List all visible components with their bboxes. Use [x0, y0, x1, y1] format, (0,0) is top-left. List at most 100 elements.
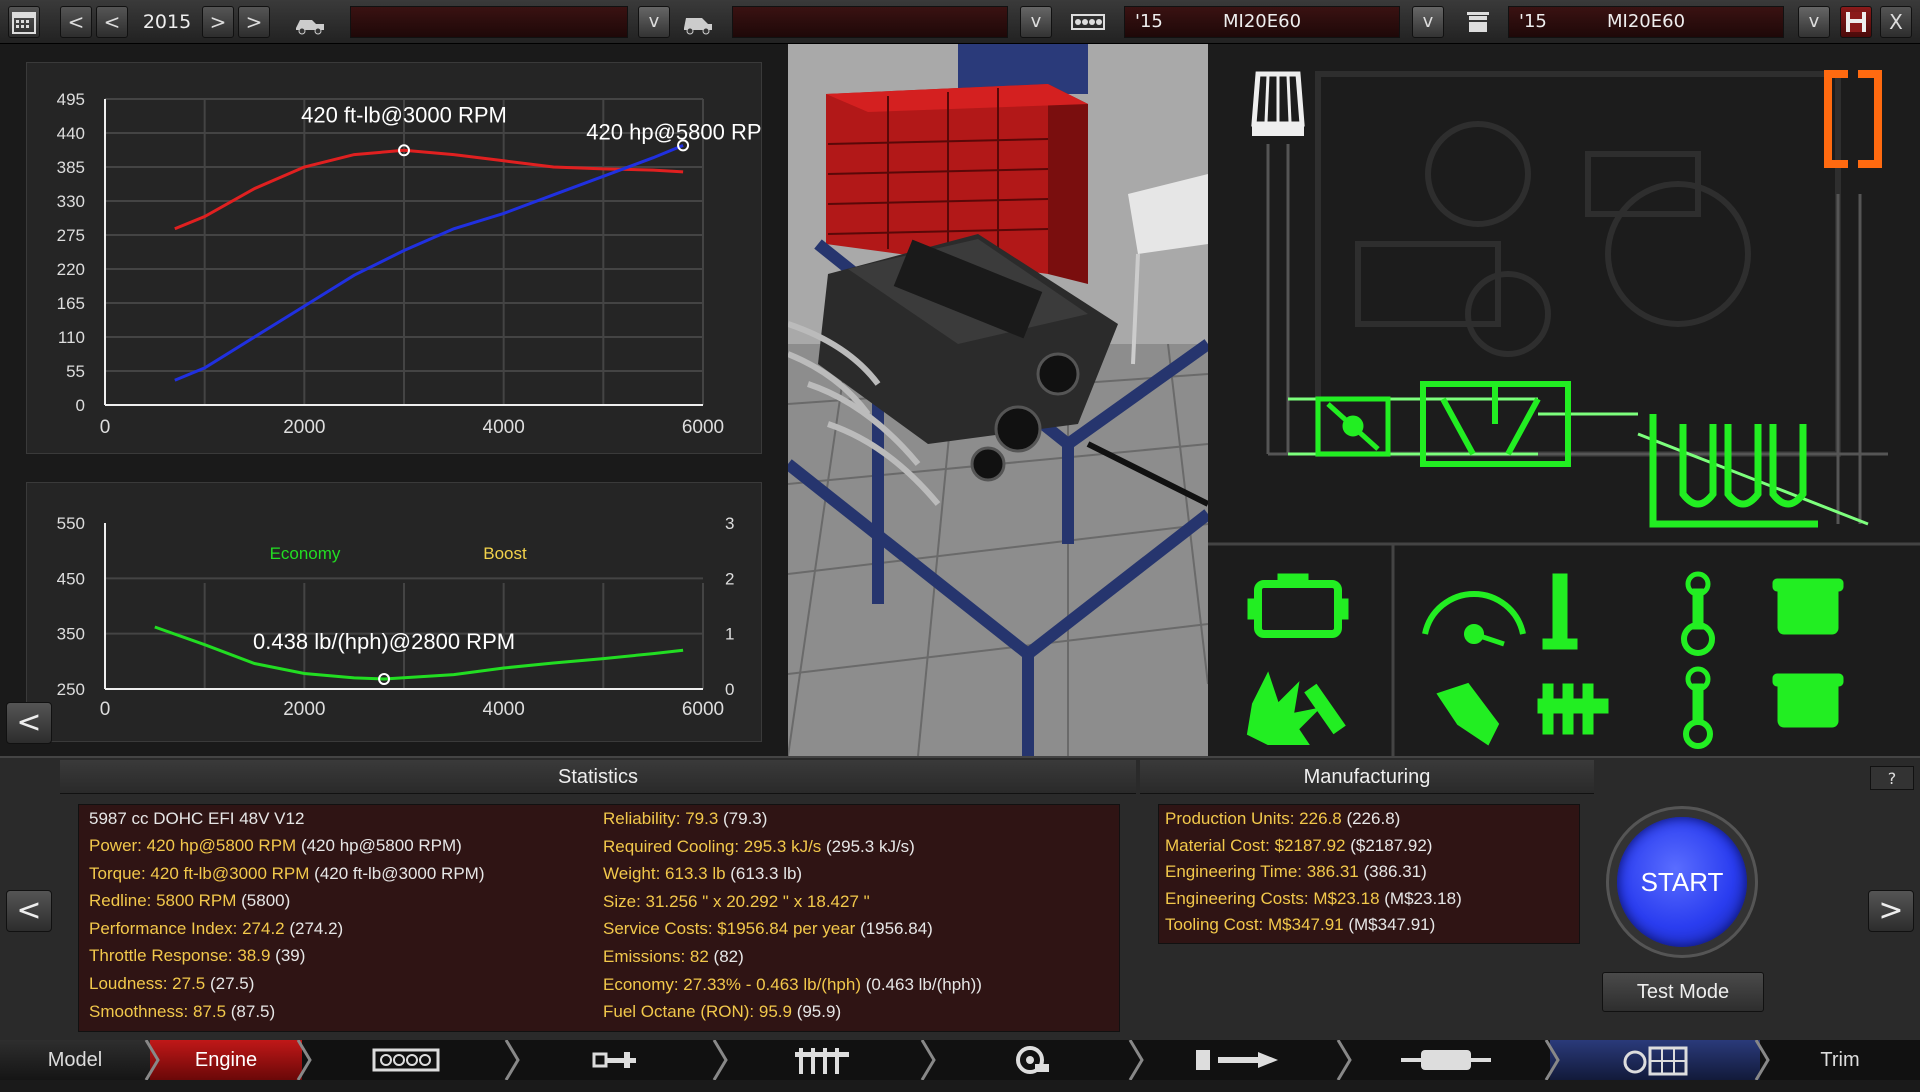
x-tick-label: 0 — [100, 417, 111, 438]
year-forward-button[interactable]: > — [202, 6, 234, 38]
stat-line: Weight: 613.3 lb (613.3 lb) — [603, 864, 802, 884]
stat-line-value: (613.3 lb) — [725, 864, 803, 884]
piston-icon — [1772, 578, 1844, 635]
save-icon[interactable] — [1840, 6, 1872, 38]
stat-line-label: Performance Index: 274.2 — [89, 918, 285, 938]
piston-2-icon — [1772, 673, 1844, 728]
help-button[interactable]: ? — [1870, 766, 1914, 790]
top-toolbar: < < 2015 > > v v '15 MI20E60 v '15 MI20E… — [0, 0, 1920, 44]
calendar-icon[interactable] — [8, 6, 40, 38]
stat-line-value: (295.3 kJ/s) — [821, 836, 915, 856]
torque-curve — [174, 148, 684, 231]
y-tick-label: 55 — [66, 362, 85, 381]
y-tick-label-left: 250 — [57, 680, 85, 699]
nav-model-tab[interactable]: Model — [0, 1040, 150, 1080]
power-torque-panel: 495 440 385 330 275 220 165 110 55 0 0 2000 4000 6000… — [26, 62, 780, 454]
stat-line-label: Size: 31.256 " x 20.292 " x 18.427 " — [603, 891, 870, 911]
engine-variant-dropdown-button[interactable]: v — [1798, 6, 1830, 38]
engine-block-nav-icon — [372, 1048, 440, 1072]
engine-family-dropdown-button[interactable]: v — [1412, 6, 1444, 38]
car-variant-select[interactable] — [732, 6, 1008, 38]
stat-line: Service Costs: $1956.84 per year (1956.8… — [603, 919, 933, 939]
y-tick-label: 165 — [57, 294, 85, 313]
throttle-body-icon — [1315, 396, 1391, 457]
dyno-test-nav-icon — [1623, 1046, 1688, 1076]
engine-family-year: '15 — [1135, 11, 1163, 32]
nav-top-end-tab[interactable] — [718, 1040, 926, 1080]
nav-exhaust-tab[interactable] — [1342, 1040, 1550, 1080]
stat-line-label: Required Cooling: 295.3 kJ/s — [603, 836, 822, 856]
intake-runners-icon — [1537, 683, 1609, 735]
previous-section-button[interactable]: < — [6, 890, 52, 932]
nav-separator-chevron — [1126, 1039, 1146, 1081]
car-family-dropdown-button[interactable]: v — [638, 6, 670, 38]
power-peak-label: 420 hp@5800 RPM — [586, 119, 763, 144]
manufacturing-line-label: Tooling Cost: M$347.91 — [1165, 915, 1344, 934]
wrench-tune-icon — [1436, 682, 1500, 746]
manufacturing-line-label: Engineering Costs: M$23.18 — [1165, 888, 1380, 908]
manufacturing-line-label: Production Units: 226.8 — [1165, 809, 1342, 828]
manufacturing-line-label: Engineering Time: 386.31 — [1165, 862, 1359, 881]
year-display: 2015 — [142, 11, 192, 33]
car-family-icon — [290, 6, 330, 38]
stat-line-value: (5800) — [236, 891, 291, 911]
stat-line-label: Redline: 5800 RPM — [89, 891, 237, 911]
crankshaft-nav-icon — [592, 1052, 636, 1068]
manufacturing-line: Production Units: 226.8 (226.8) — [1165, 809, 1400, 829]
y-tick-label-right: 2 — [725, 569, 734, 588]
stat-line-value: (274.2) — [284, 918, 344, 938]
y-tick-label-left: 450 — [57, 569, 85, 588]
year-forward-fast-button[interactable]: > — [238, 6, 270, 38]
nav-separator-chevron — [1334, 1039, 1354, 1081]
y-tick-label-right: 0 — [725, 680, 734, 699]
nav-trim-tab[interactable]: Trim — [1760, 1040, 1920, 1080]
start-button[interactable]: START — [1606, 806, 1758, 958]
test-mode-button[interactable]: Test Mode — [1602, 972, 1764, 1012]
nav-separator-chevron — [918, 1039, 938, 1081]
stat-line: Throttle Response: 38.9 (39) — [89, 946, 305, 966]
power-torque-chart: 495 440 385 330 275 220 165 110 55 00 2000 4000 6000… — [57, 90, 780, 438]
engine-block-icon — [1247, 573, 1349, 638]
engine-variant-select[interactable]: '15 MI20E60 — [1508, 6, 1784, 38]
nav-bottom-end-tab[interactable] — [510, 1040, 718, 1080]
stat-line: Required Cooling: 295.3 kJ/s (295.3 kJ/s… — [603, 837, 915, 857]
engine-variant-name: MI20E60 — [1607, 11, 1686, 32]
year-back-fast-button[interactable]: < — [60, 6, 92, 38]
air-filter-icon — [1251, 71, 1305, 136]
manufacturing-line-value: (226.8) — [1341, 809, 1401, 828]
nav-aspiration-tab[interactable] — [926, 1040, 1134, 1080]
power-curve — [174, 144, 684, 382]
chart-back-button[interactable]: < — [6, 702, 52, 744]
x-tick-label: 6000 — [682, 417, 724, 438]
next-section-button[interactable]: > — [1868, 890, 1914, 932]
engine-3d-viewport[interactable] — [788, 44, 1208, 756]
manufacturing-line-value: (386.31) — [1358, 862, 1427, 881]
nav-block-tab[interactable] — [302, 1040, 510, 1080]
stat-line-label: Fuel Octane (RON): 95.9 — [603, 1002, 792, 1022]
nav-engine-tab[interactable]: Engine — [150, 1040, 302, 1080]
stat-line-value: (87.5) — [226, 1001, 276, 1021]
stat-line: Size: 31.256 " x 20.292 " x 18.427 " — [603, 892, 870, 912]
muffler-nav-icon — [1401, 1050, 1491, 1070]
close-button[interactable]: X — [1880, 6, 1912, 38]
engine-variant-icon — [1458, 6, 1498, 38]
car-family-select[interactable] — [350, 6, 628, 38]
nav-test-tab[interactable] — [1550, 1040, 1760, 1080]
y-tick-label: 440 — [57, 124, 85, 143]
y-tick-label-left: 350 — [57, 625, 85, 644]
stat-line-value: (27.5) — [205, 974, 255, 993]
stat-line-label: Reliability: 79.3 — [603, 809, 719, 828]
stat-line: Emissions: 82 (82) — [603, 947, 744, 967]
engine-family-select[interactable]: '15 MI20E60 — [1124, 6, 1400, 38]
year-back-button[interactable]: < — [96, 6, 128, 38]
economy-peak-label: 0.438 lb/(hph)@2800 RPM — [253, 629, 515, 654]
car-variant-dropdown-button[interactable]: v — [1020, 6, 1052, 38]
x-tick-label: 6000 — [682, 699, 724, 720]
x-tick-label: 2000 — [283, 417, 325, 438]
stat-line: Power: 420 hp@5800 RPM (420 hp@5800 RPM) — [89, 836, 462, 856]
stat-line-value: (82) — [708, 947, 744, 966]
nav-fuel-tab[interactable] — [1134, 1040, 1342, 1080]
start-label: START — [1640, 867, 1724, 897]
stat-line-value: (79.3) — [718, 809, 768, 828]
nav-separator-chevron — [1752, 1039, 1772, 1081]
